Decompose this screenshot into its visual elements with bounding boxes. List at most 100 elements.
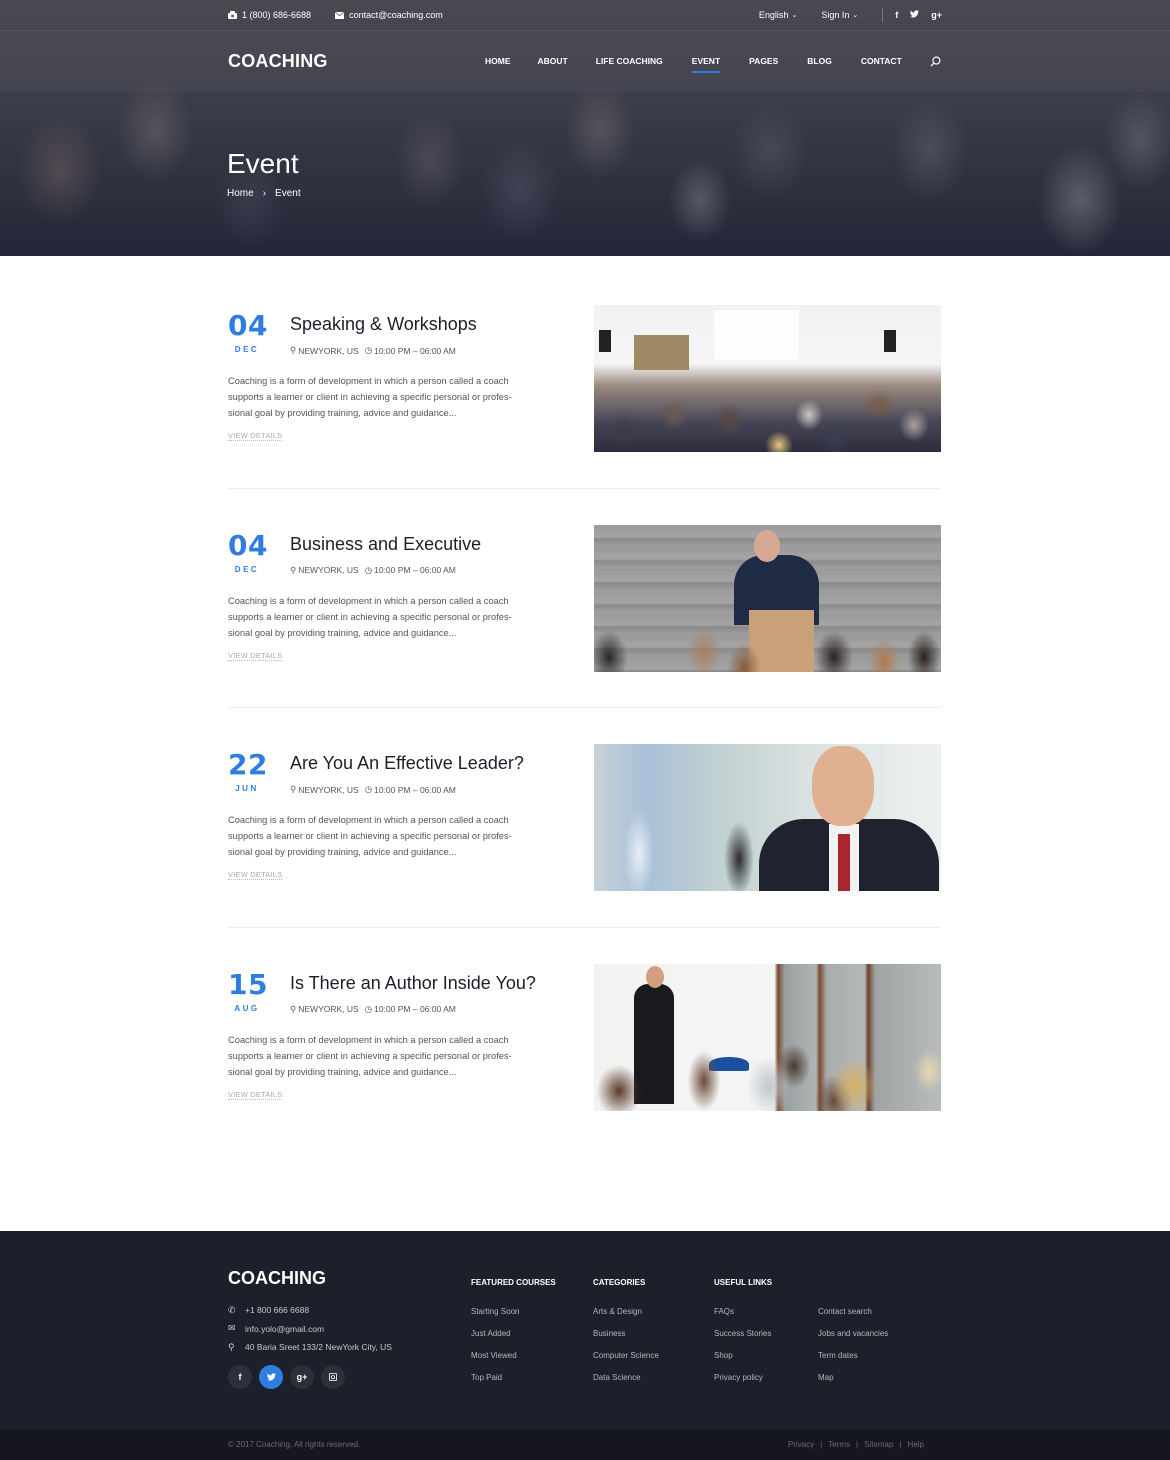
envelope-icon: ✉	[228, 1323, 236, 1334]
event-image[interactable]	[594, 744, 941, 891]
footer-link[interactable]: Just Added	[471, 1329, 556, 1351]
phone-link[interactable]: 1 (800) 686-6688	[228, 10, 311, 20]
event-time: 10:00 PM – 06:00 AM	[374, 345, 456, 356]
nav-item-event[interactable]: EVENT	[691, 56, 721, 73]
twitter-icon[interactable]	[259, 1365, 283, 1389]
search-button[interactable]	[930, 54, 944, 68]
terms-link[interactable]: Terms	[828, 1440, 850, 1449]
event-item: 04 DEC Speaking & Workshops ⚲ NEWYORK, US…	[228, 305, 941, 525]
footer-link[interactable]: Jobs and vacancies	[818, 1329, 888, 1351]
page-hero: 1 (800) 686-6688 contact@coaching.com En…	[0, 0, 1170, 256]
footer-column-title	[818, 1278, 888, 1307]
board	[634, 335, 689, 370]
view-details-link[interactable]: VIEW DETAILS	[228, 1090, 283, 1100]
twitter-icon[interactable]	[910, 10, 920, 20]
nav-item-pages[interactable]: PAGES	[749, 56, 778, 66]
facebook-icon[interactable]: f	[228, 1365, 252, 1389]
map-marker-icon: ⚲	[290, 784, 297, 794]
nav-item-life-coaching[interactable]: LIFE COACHING	[596, 56, 663, 66]
language-dropdown[interactable]: English ⌄	[759, 10, 797, 20]
event-date: 15 AUG	[228, 967, 268, 1013]
event-time: 10:00 PM – 06:00 AM	[374, 565, 456, 575]
privacy-link[interactable]: Privacy	[788, 1440, 814, 1449]
tie	[838, 834, 850, 891]
signin-label: Sign In	[821, 10, 850, 20]
footer-link[interactable]: Business	[593, 1329, 659, 1351]
footer-link[interactable]: Success Stories	[714, 1329, 772, 1351]
event-location: NEWYORK, US	[298, 1004, 359, 1014]
event-description: Coaching is a form of development in whi…	[228, 1034, 512, 1077]
footer-link[interactable]: Computer Science	[593, 1351, 659, 1373]
event-image[interactable]	[594, 963, 941, 1111]
event-image[interactable]	[594, 305, 941, 452]
footer-email[interactable]: info.yolo@gmail.com	[245, 1324, 324, 1334]
footer-link[interactable]: Shop	[714, 1351, 772, 1373]
event-day: 22	[228, 748, 268, 781]
site-logo[interactable]: COACHING	[228, 51, 328, 72]
event-title[interactable]: Speaking & Workshops	[290, 314, 477, 335]
instagram-icon[interactable]	[321, 1365, 345, 1389]
main-nav: COACHING HOME ABOUT LIFE COACHING EVENT …	[0, 30, 1170, 92]
signin-dropdown[interactable]: Sign In ⌄	[821, 10, 858, 20]
view-details-link[interactable]: VIEW DETAILS	[228, 651, 283, 661]
footer-column-useful-links: USEFUL LINKS FAQs Success Stories Shop P…	[714, 1278, 772, 1395]
footer-link[interactable]: Arts & Design	[593, 1307, 659, 1329]
footer-link[interactable]: Term dates	[818, 1351, 888, 1373]
map-marker-icon: ⚲	[290, 564, 297, 575]
event-title[interactable]: Is There an Author Inside You?	[290, 973, 536, 994]
footer-link[interactable]: Data Science	[593, 1373, 659, 1395]
clock-icon: ◷	[364, 564, 373, 575]
event-description: Coaching is a form of development in whi…	[228, 376, 512, 418]
speaker-box	[884, 330, 896, 352]
event-day: 04	[228, 528, 268, 562]
footer-column-featured-courses: FEATURED COURSES Starting Soon Just Adde…	[471, 1278, 556, 1395]
nav-item-about[interactable]: ABOUT	[538, 56, 568, 66]
event-month: JUN	[235, 784, 259, 793]
event-item: 15 AUG Is There an Author Inside You? ⚲ N…	[228, 963, 941, 1184]
copyright: © 2017 Coaching. All rights reserved.	[228, 1440, 361, 1449]
chevron-down-icon: ⌄	[791, 12, 798, 19]
facebook-icon[interactable]: f	[895, 10, 898, 20]
sitemap-link[interactable]: Sitemap	[864, 1440, 893, 1449]
event-meta: ⚲ NEWYORK, US ◷ 10:00 PM – 06:00 AM	[290, 565, 456, 576]
event-date: 22 JUN	[228, 748, 268, 794]
footer-link[interactable]: FAQs	[714, 1307, 772, 1329]
footer-link[interactable]: Most Viewed	[471, 1351, 556, 1373]
footer-link[interactable]: Privacy policy	[714, 1373, 772, 1395]
separator: |	[856, 1440, 859, 1449]
event-month: DEC	[234, 345, 260, 354]
footer-link[interactable]: Contact search	[818, 1307, 888, 1329]
event-title[interactable]: Business and Executive	[290, 534, 481, 555]
map-marker-icon: ⚲	[228, 1341, 235, 1352]
presenter-head	[646, 965, 664, 988]
event-item: 22 JUN Are You An Effective Leader? ⚲ NEW…	[228, 744, 941, 964]
nav-item-contact[interactable]: CONTACT	[861, 56, 902, 66]
footer-link[interactable]: Top Paid	[471, 1373, 556, 1395]
email-link[interactable]: contact@coaching.com	[335, 10, 443, 20]
nav-item-home[interactable]: HOME	[485, 56, 511, 66]
breadcrumb-home[interactable]: Home	[227, 188, 254, 199]
footer-address: 40 Baria Sreet 133/2 NewYork City, US	[245, 1342, 392, 1353]
footer-link[interactable]: Map	[818, 1373, 888, 1395]
footer-column-title: CATEGORIES	[593, 1278, 646, 1287]
event-title[interactable]: Are You An Effective Leader?	[290, 753, 524, 774]
google-plus-icon[interactable]: g+	[290, 1365, 314, 1389]
view-details-link[interactable]: VIEW DETAILS	[228, 870, 283, 880]
event-date: 04 DEC	[228, 311, 267, 355]
google-plus-icon[interactable]: g+	[931, 10, 942, 20]
legal-links: Privacy | Terms | Sitemap | Help	[788, 1440, 924, 1449]
event-month: DEC	[234, 564, 260, 574]
view-details-link[interactable]: VIEW DETAILS	[228, 431, 283, 441]
separator: |	[899, 1440, 902, 1449]
footer-link[interactable]: Starting Soon	[471, 1307, 556, 1329]
nav-item-blog[interactable]: BLOG	[807, 56, 832, 66]
divider	[228, 487, 941, 489]
event-meta: ⚲ NEWYORK, US ◷ 10:00 PM – 06:00 AM	[290, 345, 456, 356]
clock-icon: ◷	[364, 1003, 373, 1014]
event-image[interactable]	[594, 524, 941, 672]
help-link[interactable]: Help	[908, 1440, 924, 1449]
map-marker-icon: ⚲	[290, 345, 297, 355]
event-day: 15	[228, 967, 268, 1001]
speaker-head	[754, 529, 780, 562]
envelope-icon	[335, 11, 345, 19]
